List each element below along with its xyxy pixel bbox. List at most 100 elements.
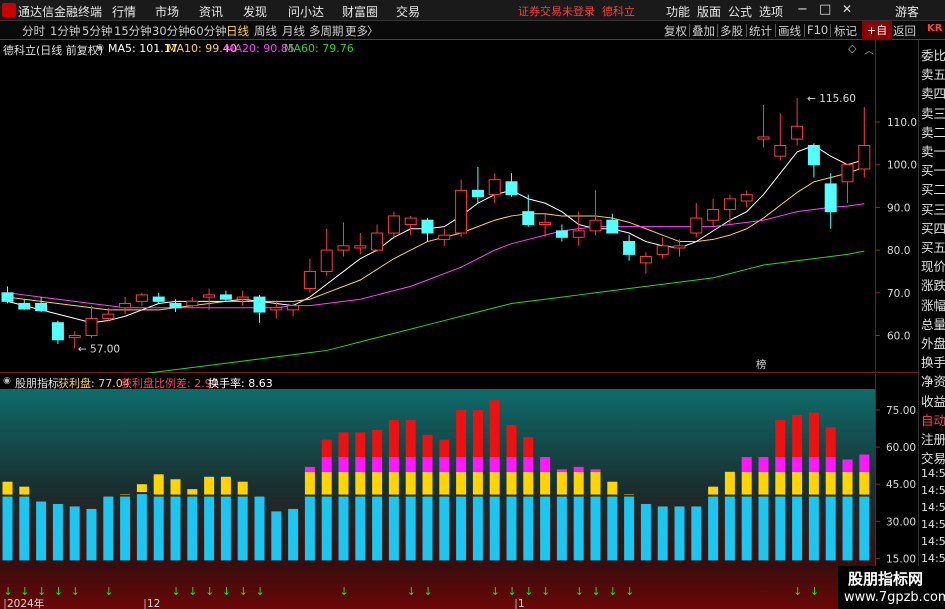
side-panel-item: 14:56	[921, 501, 945, 515]
candlestick-chart[interactable]: 110.0100.090.080.070.060.050.0← 115.60← …	[0, 40, 918, 373]
menu-discover[interactable]: 发现	[243, 3, 267, 20]
minimize-icon[interactable]: −	[797, 2, 808, 17]
side-panel-item: 换手	[921, 355, 945, 371]
menu-formula[interactable]: 公式	[728, 3, 752, 20]
bar-red	[825, 427, 836, 457]
menu-options[interactable]: 选项	[759, 3, 783, 20]
menu-wealth-circle[interactable]: 财富圈	[342, 3, 378, 20]
bar-magenta	[590, 469, 601, 472]
indicator-bar	[657, 506, 668, 561]
bar-cyan	[573, 496, 584, 561]
period-30min[interactable]: 30分钟	[152, 23, 190, 39]
tool-draw-line[interactable]: 画线	[778, 23, 801, 39]
quote-side-panel[interactable]: 委比 卖五 卖四 卖三 卖二 卖一 买一 买二 买三 买四 买五 现价 涨跌 涨幅 总量 外盘 换手 净资 收益 自动…	[918, 40, 945, 609]
candle-body	[203, 294, 216, 298]
buy-arrow-icon: ↓	[172, 585, 181, 598]
chart-title: 德科立(日线 前复权)	[3, 44, 104, 57]
side-panel-item: 14:56	[921, 518, 945, 532]
divider	[775, 24, 776, 37]
ma60-value: MA60: 79.76	[284, 42, 354, 55]
login-warning[interactable]: 证券交易未登录 德科立	[518, 3, 635, 19]
indicator-settings-icon[interactable]: ◉	[3, 376, 11, 386]
panel-tag[interactable]: KR	[927, 23, 942, 34]
bar-magenta	[304, 466, 315, 472]
candle-body	[824, 183, 837, 213]
period-toolbar: 分时 1分钟 5分钟 15分钟 30分钟 60分钟 日线 周线 月线 多周期 更…	[0, 21, 945, 56]
tool-statistics[interactable]: 统计	[749, 23, 772, 39]
candle-body	[1, 292, 14, 302]
bar-magenta	[775, 456, 786, 472]
side-panel-item: 14:56	[921, 552, 945, 566]
indicator-bar	[590, 469, 601, 561]
bar-cyan	[422, 496, 433, 561]
tool-mark[interactable]: 标记	[834, 23, 857, 39]
period-daily[interactable]: 日线	[226, 23, 249, 39]
bar-magenta	[825, 456, 836, 472]
period-1min[interactable]: 1分钟	[50, 23, 80, 39]
buy-arrow-icon: ↓	[625, 585, 634, 598]
bar-magenta	[556, 469, 567, 472]
buy-arrow-icon: ↓	[592, 585, 601, 598]
indicator-bar	[19, 486, 30, 561]
menu-ask-xiaoda[interactable]: 问小达	[288, 3, 324, 20]
bar-cyan	[775, 496, 786, 561]
guest-user[interactable]: 游客	[895, 3, 919, 20]
candle-body	[572, 230, 585, 238]
side-panel-item: 卖四	[921, 86, 945, 102]
period-60min[interactable]: 60分钟	[189, 23, 227, 39]
candle-body	[438, 234, 451, 240]
candle-body	[169, 302, 182, 309]
add-favorite-button[interactable]: +自选	[862, 21, 892, 56]
menu-trade[interactable]: 交易	[396, 3, 420, 20]
bar-yellow	[2, 481, 13, 495]
candle-body	[841, 164, 854, 183]
bar-yellow	[489, 471, 500, 495]
bar-yellow	[237, 481, 248, 495]
chevron-right-icon[interactable]: 〉	[367, 23, 379, 39]
back-button[interactable]: 返回	[893, 23, 916, 39]
indicator-bar	[153, 474, 164, 561]
bar-cyan	[338, 496, 349, 561]
candle-body	[488, 179, 501, 196]
bar-magenta	[489, 456, 500, 472]
bar-magenta	[472, 456, 483, 472]
period-5min[interactable]: 5分钟	[82, 23, 112, 39]
bar-cyan	[153, 496, 164, 561]
period-15min[interactable]: 15分钟	[114, 23, 152, 39]
tool-overlay[interactable]: 叠加	[692, 23, 715, 39]
indicator-bar	[489, 400, 500, 561]
indicator-chart[interactable]: 75.00 60.00 45.00 30.00 15.00 ↓ ↓ ↓ ↓ ↓ ↓ ↓ ↓ ↓ ↓ ↓ ↓ ↓ ↓ ↓…	[0, 373, 918, 609]
period-monthly[interactable]: 月线	[282, 23, 305, 39]
side-panel-item: 卖三	[921, 105, 945, 121]
period-weekly[interactable]: 周线	[254, 23, 277, 39]
collapse-up-icon[interactable]: ︿	[864, 42, 874, 57]
menu-layout[interactable]: 版面	[697, 3, 721, 20]
indicator-bar	[556, 469, 567, 561]
period-timeshare[interactable]: 分时	[22, 23, 45, 39]
indicator-tick-label: 15.00	[886, 553, 916, 565]
bar-yellow	[170, 479, 181, 495]
close-icon[interactable]: ✕	[842, 2, 852, 16]
maximize-icon[interactable]: □	[819, 2, 831, 17]
indicator-tick-label: 45.00	[886, 479, 916, 491]
period-multi[interactable]: 多周期	[309, 23, 344, 39]
period-more[interactable]: 更多	[345, 23, 368, 39]
buy-arrow-icon: ↓	[71, 585, 80, 598]
menu-news[interactable]: 资讯	[199, 3, 223, 20]
diamond-icon[interactable]: ◇	[848, 42, 856, 55]
side-panel-item: 注册	[921, 432, 945, 447]
indicator-bar	[288, 508, 299, 561]
app-name: 通达信金融终端	[18, 5, 103, 19]
indicator-bar	[86, 508, 97, 561]
settings-circle-icon[interactable]: ◉	[96, 43, 104, 53]
menu-market-quote[interactable]: 行情	[112, 3, 136, 20]
menu-market[interactable]: 市场	[155, 3, 179, 20]
bar-cyan	[220, 496, 231, 561]
tool-adjust[interactable]: 复权	[664, 23, 687, 39]
tool-multi-stock[interactable]: 多股	[720, 23, 743, 39]
divider	[717, 24, 718, 37]
side-panel-item: 净资	[921, 374, 945, 390]
menu-function[interactable]: 功能	[666, 3, 690, 20]
tool-f10[interactable]: F10	[807, 23, 828, 37]
watermark-title: 股朋指标网	[848, 570, 924, 588]
